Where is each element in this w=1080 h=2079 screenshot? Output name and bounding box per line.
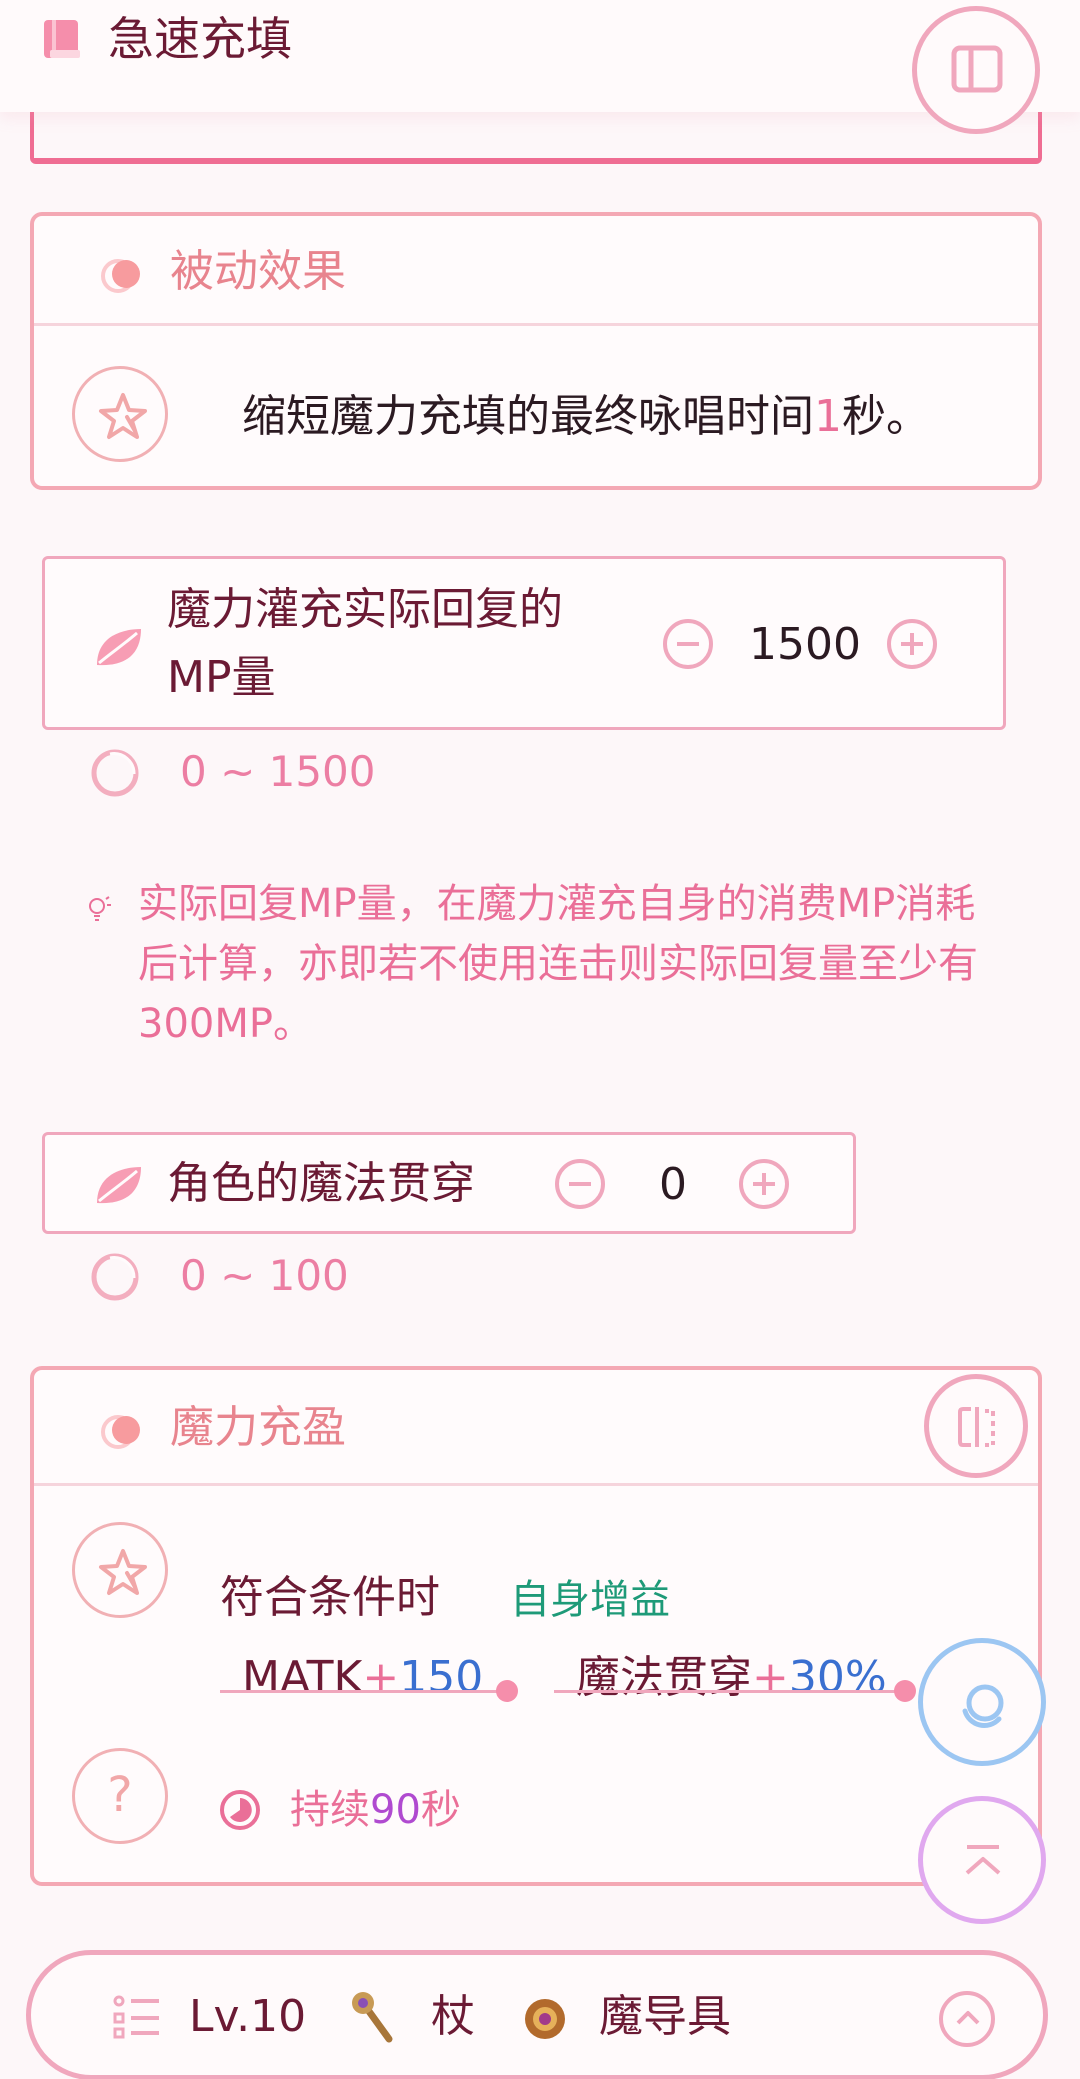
stat-value: 30% — [788, 1652, 887, 1703]
tip-text: 实际回复MP量，在魔力灌充自身的消费MP消耗后计算，亦即若不使用连击则实际回复量… — [138, 881, 978, 1047]
lightbulb-icon — [89, 896, 111, 921]
stat-plus: + — [752, 1652, 789, 1703]
magic-device-icon — [525, 1999, 565, 2039]
mp-recovery-label-line1: 魔力灌充实际回复的 — [167, 584, 563, 635]
list-icon — [113, 1995, 159, 2039]
question-icon: ? — [107, 1767, 133, 1823]
staff-icon — [352, 1992, 393, 2043]
mana-surge-title: 魔力充盈 — [170, 1402, 346, 1453]
mp-value[interactable]: 1500 — [745, 617, 865, 673]
arrow-up-to-top-icon — [965, 1845, 1001, 1875]
circle-dot-icon — [101, 1415, 140, 1449]
clock-icon — [220, 1790, 260, 1830]
buff-condition: 符合条件时 — [220, 1572, 440, 1623]
ring-icon — [91, 749, 139, 797]
stat-plus: + — [362, 1652, 400, 1703]
buff-target: 自身增益 — [510, 1577, 670, 1623]
mp-recovery-label-line2: MP量 — [167, 652, 276, 703]
duration-pre: 持续 — [290, 1787, 370, 1833]
weapon-main: 杖 — [431, 1991, 475, 2042]
magic-pen-label: 角色的魔法贯穿 — [167, 1158, 475, 1209]
buff-duration: 持续90秒 — [290, 1782, 461, 1838]
skill-level: Lv.10 — [189, 1991, 307, 2042]
stat-underline — [220, 1680, 518, 1702]
passive-effect-title: 被动效果 — [170, 246, 346, 297]
mp-decrement-button[interactable] — [663, 619, 713, 669]
buff-stat-magic-pen: 魔法贯穿+30% — [576, 1648, 887, 1708]
passive-effect-header: 被动效果 — [34, 216, 1038, 326]
magic-pen-increment-button[interactable] — [739, 1159, 789, 1209]
magic-pen-value[interactable]: 0 — [633, 1157, 713, 1213]
refresh-float-button[interactable] — [918, 1638, 1046, 1766]
buff-stat-matk: MATK+150 — [242, 1648, 483, 1708]
split-view-icon — [958, 1407, 995, 1447]
mp-range-text: 0 ~ 1500 — [180, 747, 376, 796]
stat-underline — [554, 1680, 916, 1702]
circle-dot-icon — [101, 259, 140, 293]
stat-name: MATK — [242, 1652, 363, 1703]
scroll-top-button[interactable] — [918, 1796, 1046, 1924]
star-badge-icon — [72, 1522, 168, 1618]
chevron-up-icon — [956, 2011, 980, 2025]
book-icon — [44, 20, 80, 58]
duration-value: 90 — [370, 1787, 421, 1833]
passive-text-highlight: 1 — [814, 391, 842, 442]
weapon-sub: 魔导具 — [599, 1991, 731, 2042]
stat-name: 魔法贯穿 — [576, 1652, 752, 1703]
bottom-status-bar[interactable]: Lv.10 杖 魔导具 — [26, 1950, 1048, 2079]
leaf-icon — [97, 1167, 141, 1204]
star-badge-icon — [72, 366, 168, 462]
split-view-button[interactable] — [924, 1374, 1028, 1478]
swirl-icon — [962, 1684, 1004, 1728]
mana-surge-card: 魔力充盈 符合条件时 自身增益 MATK+150 魔法贯穿+30% ? 持续90… — [30, 1366, 1042, 1886]
magic-pen-decrement-button[interactable] — [555, 1159, 605, 1209]
mp-increment-button[interactable] — [887, 619, 937, 669]
passive-text-after: 秒。 — [842, 391, 930, 442]
previous-card-edge — [30, 108, 1042, 164]
toc-toggle-button[interactable] — [912, 6, 1040, 134]
magic-pen-range-text: 0 ~ 100 — [180, 1251, 349, 1300]
ring-icon — [91, 1253, 139, 1301]
passive-effect-card: 被动效果 缩短魔力充填的最终咏唱时间1秒。 — [30, 212, 1042, 490]
passive-effect-text: 缩短魔力充填的最终咏唱时间1秒。 — [242, 388, 930, 446]
mana-surge-header: 魔力充盈 — [34, 1370, 1038, 1486]
duration-post: 秒 — [420, 1787, 461, 1833]
expand-button[interactable] — [939, 1991, 995, 2047]
help-button[interactable]: ? — [72, 1748, 168, 1844]
sidebar-toggle-icon — [951, 45, 1003, 93]
stat-value: 150 — [399, 1652, 484, 1703]
magic-pen-stepper: 角色的魔法贯穿 0 — [42, 1132, 856, 1234]
passive-text-before: 缩短魔力充填的最终咏唱时间 — [242, 391, 814, 442]
page-title: 急速充填 — [108, 12, 292, 66]
leaf-icon — [97, 629, 141, 666]
mp-recovery-stepper: 魔力灌充实际回复的 MP量 1500 — [42, 556, 1006, 730]
